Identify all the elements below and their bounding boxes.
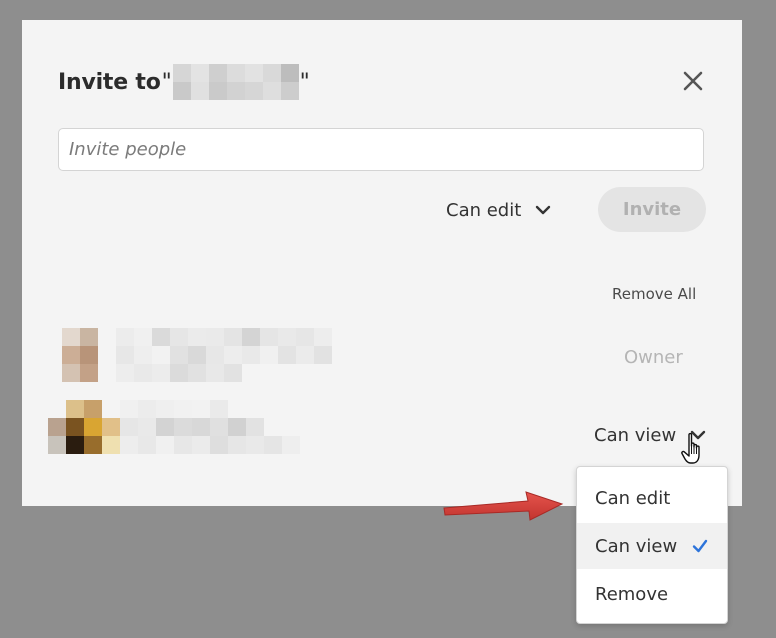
annotation-arrow [443, 491, 564, 521]
menu-item-label: Remove [595, 583, 669, 605]
menu-item-remove[interactable]: Remove [577, 571, 727, 617]
menu-item-can-view[interactable]: Can view [577, 523, 727, 569]
avatar [48, 400, 120, 454]
menu-item-can-edit[interactable]: Can edit [577, 475, 727, 521]
menu-item-label: Can view [595, 535, 678, 557]
remove-all-button[interactable]: Remove All [612, 285, 696, 303]
role-menu: Can edit Can view Remove [576, 466, 728, 624]
redacted-folder-name [172, 64, 299, 100]
redacted-member-name [120, 400, 300, 454]
title-quote-open: " [161, 69, 172, 95]
menu-item-label: Can edit [595, 487, 671, 509]
invite-dialog: Invite to " " Can edit Invite Remove All… [22, 20, 742, 506]
invite-button[interactable]: Invite [598, 187, 706, 232]
checkmark-icon [692, 539, 708, 553]
close-icon [683, 71, 703, 91]
redacted-member-name [116, 328, 350, 382]
dialog-title: Invite to " " [58, 62, 311, 102]
invite-people-input[interactable] [58, 128, 704, 171]
title-prefix: Invite to [58, 69, 161, 95]
hand-cursor-icon [681, 432, 700, 464]
close-button[interactable] [678, 66, 708, 96]
title-quote-close: " [299, 69, 310, 95]
member-role-label: Can view [594, 424, 677, 446]
avatar [62, 328, 98, 382]
member-role-owner: Owner [624, 347, 683, 368]
chevron-down-icon [536, 205, 551, 215]
invite-permission-label: Can edit [446, 199, 522, 221]
invite-permission-dropdown[interactable]: Can edit [446, 196, 551, 224]
